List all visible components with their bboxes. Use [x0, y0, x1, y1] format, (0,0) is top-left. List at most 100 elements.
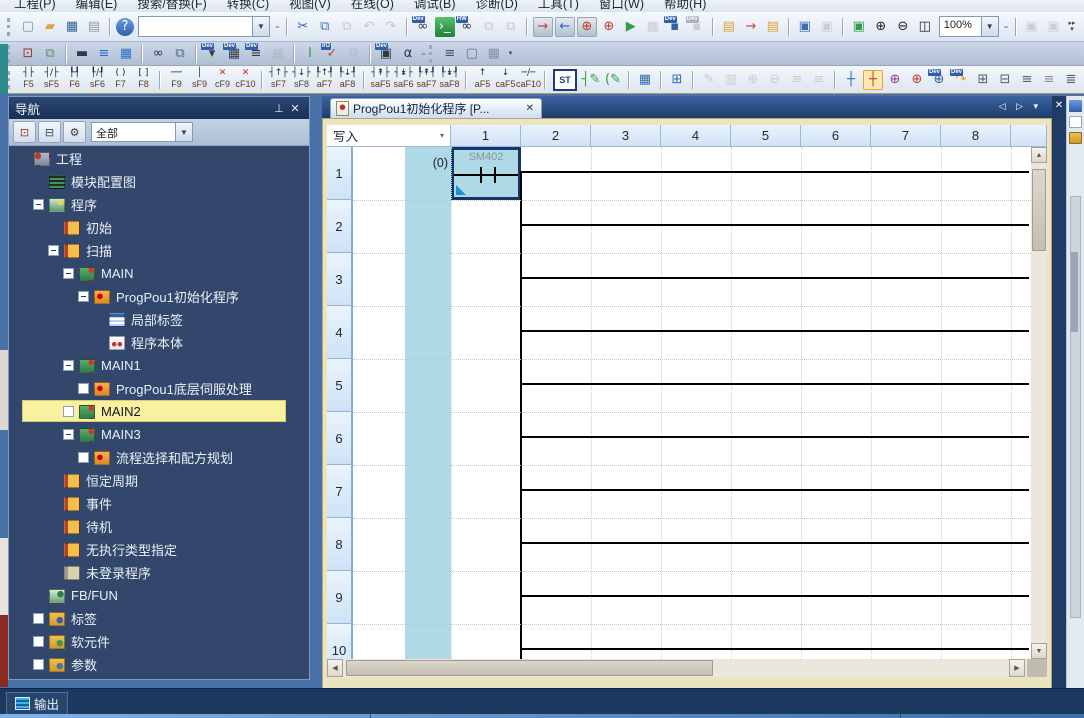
- toolbar-grip[interactable]: [429, 45, 435, 63]
- write-to-plc-button[interactable]: →: [533, 17, 553, 37]
- expand-icon[interactable]: [78, 452, 89, 463]
- chevron-down-icon[interactable]: ▼: [175, 123, 192, 141]
- toolbar-overflow-icon[interactable]: ₌: [1004, 21, 1009, 32]
- cut-button[interactable]: ✂: [293, 17, 313, 37]
- paste-button[interactable]: ⧉: [337, 17, 357, 37]
- align-center-button[interactable]: ≡: [1039, 70, 1059, 90]
- menu-item-4[interactable]: 视图(V): [289, 0, 331, 12]
- collapse-icon[interactable]: [78, 291, 89, 302]
- window-list-button[interactable]: ≡: [440, 44, 460, 64]
- panel-scroll-thumb[interactable]: [1071, 252, 1078, 332]
- tree-item-fb/fun[interactable]: FB/FUN: [10, 584, 308, 607]
- menu-item-0[interactable]: 工程(P): [14, 0, 56, 12]
- entry-edit-button[interactable]: I: [300, 44, 320, 64]
- row-delete-button[interactable]: ⊟: [995, 70, 1015, 90]
- falling-pulse-close-button[interactable]: ┤↡├saF6: [393, 67, 415, 92]
- navigation-window-button[interactable]: ⊡: [18, 44, 38, 64]
- window-find-button[interactable]: ⧉: [170, 44, 190, 64]
- tree-item-progpou1-[interactable]: ProgPou1初始化程序: [10, 285, 308, 308]
- rising-pulse-close-branch-button[interactable]: ┞↟┦saF7: [416, 67, 438, 92]
- vscroll-thumb[interactable]: [1032, 169, 1046, 251]
- horizontal-line-button[interactable]: ──F9: [166, 67, 188, 92]
- tree-item--[interactable]: 恒定周期: [10, 469, 308, 492]
- ladder-grid[interactable]: 12345678910 (0) SM402 ▲: [327, 147, 1047, 659]
- monitor-dim-button[interactable]: ▦: [643, 17, 663, 37]
- expand-icon[interactable]: [63, 406, 74, 417]
- collapse-icon[interactable]: [63, 429, 74, 440]
- ladder-search-2-button[interactable]: ⊕: [599, 17, 619, 37]
- cascade-window-button[interactable]: ⧉: [40, 44, 60, 64]
- pencil-dim-button[interactable]: ✎: [699, 70, 719, 90]
- element-selection-panel-edge[interactable]: [1066, 96, 1084, 688]
- scroll-left-icon[interactable]: ◀: [327, 659, 343, 677]
- chevron-down-icon[interactable]: ▼: [252, 17, 269, 36]
- expand-icon[interactable]: [33, 659, 44, 670]
- output-tab[interactable]: 输出: [6, 692, 68, 715]
- editor-tab[interactable]: ProgPou1初始化程序 [P... ✕: [330, 98, 542, 118]
- menu-item-1[interactable]: 编辑(E): [76, 0, 118, 12]
- tree-item--[interactable]: 流程选择和配方规划: [10, 446, 308, 469]
- menu-item-7[interactable]: 诊断(D): [476, 0, 518, 12]
- wire-draw-button[interactable]: ┼: [841, 70, 861, 90]
- collapse-icon[interactable]: [33, 199, 44, 210]
- module-configuration-button[interactable]: ▬: [72, 44, 92, 64]
- gear-dim-button[interactable]: ⚙: [344, 44, 364, 64]
- monitor-terminal-button[interactable]: ›_: [435, 17, 455, 37]
- ladder-cells-area[interactable]: SM402: [451, 147, 1031, 659]
- tree-item-main2[interactable]: MAIN2: [10, 400, 308, 423]
- menu-item-5[interactable]: 在线(O): [351, 0, 394, 12]
- tree-item--[interactable]: 程序: [10, 193, 308, 216]
- tree-item--[interactable]: 未登录程序: [10, 561, 308, 584]
- open-project-button[interactable]: ▰: [40, 17, 60, 37]
- toolbar-overflow-icon[interactable]: ₌: [421, 48, 426, 59]
- edit-mode-cell[interactable]: 写入 ▾: [327, 125, 451, 147]
- invert-falling-button[interactable]: ↓caF5: [495, 67, 517, 92]
- invert-result-button[interactable]: ─∕─caF10: [518, 67, 540, 92]
- expand-tree-button[interactable]: ⊟: [38, 121, 61, 143]
- ladder-edit-find-button[interactable]: ⊕: [907, 70, 927, 90]
- undo-button[interactable]: ↶: [359, 17, 379, 37]
- tree-item--[interactable]: 工程: [10, 147, 308, 170]
- panel-scrollbar[interactable]: [1070, 196, 1081, 618]
- open-branch-button[interactable]: ┞┦F6: [64, 67, 86, 92]
- tree-item--[interactable]: 软元件: [10, 630, 308, 653]
- window-normal-button[interactable]: ▢: [462, 44, 482, 64]
- dock-close-icon[interactable]: ✕: [1052, 100, 1066, 111]
- device-memory-button[interactable]: ▦Dev: [224, 44, 244, 64]
- edit-coil-button[interactable]: (✎: [603, 70, 623, 90]
- falling-pulse-close-branch-button[interactable]: ┞↡┦saF8: [439, 67, 461, 92]
- st-inline-button[interactable]: ST: [553, 69, 577, 91]
- row-insert-button[interactable]: ⊞: [973, 70, 993, 90]
- program-list-button[interactable]: ≡: [94, 44, 114, 64]
- menu-item-6[interactable]: 调试(B): [414, 0, 456, 12]
- tree-item--[interactable]: 局部标签: [10, 308, 308, 331]
- monitor-status-button[interactable]: ▣: [849, 17, 869, 37]
- invert-rising-button[interactable]: ↑aF5: [472, 67, 494, 92]
- jump-note-2-button[interactable]: ▤: [763, 17, 783, 37]
- delete-vertical-line-button[interactable]: ✕cF10: [235, 67, 257, 92]
- menu-item-9[interactable]: 窗口(W): [599, 0, 644, 12]
- align-list-button[interactable]: ≣: [1061, 70, 1081, 90]
- menu-item-8[interactable]: 工具(T): [538, 0, 579, 12]
- jump-note-1-button[interactable]: ▤: [719, 17, 739, 37]
- find-dim-1-button[interactable]: ⊕: [743, 70, 763, 90]
- tree-filter-select[interactable]: 全部 ▼: [91, 122, 193, 142]
- print-button[interactable]: ▤: [84, 17, 104, 37]
- collapse-tree-button[interactable]: ⊡: [13, 121, 36, 143]
- watch-window-2-button[interactable]: ▣: [817, 17, 837, 37]
- list-dim-1-button[interactable]: ≡: [787, 70, 807, 90]
- ladder-sheet[interactable]: 写入 ▾ 12345678 12345678910 (0) SM402: [327, 125, 1047, 677]
- find-dim-2-button[interactable]: ⊖: [765, 70, 785, 90]
- close-branch-button[interactable]: ┞∕┦sF6: [87, 67, 109, 92]
- menu-item-3[interactable]: 转换(C): [227, 0, 269, 12]
- menu-item-2[interactable]: 搜索/替换(F): [137, 0, 206, 12]
- rising-pulse-button[interactable]: ┤↑├sF7: [268, 67, 290, 92]
- scroll-down-icon[interactable]: ▼: [1031, 643, 1047, 659]
- rising-pulse-branch-button[interactable]: ┞↑┦aF7: [314, 67, 336, 92]
- vertical-scrollbar[interactable]: ▲ ▼: [1031, 147, 1047, 659]
- tree-item-main1[interactable]: MAIN1: [10, 354, 308, 377]
- doc-dim-button[interactable]: ▥: [721, 70, 741, 90]
- ladder-find-button[interactable]: ⊕: [885, 70, 905, 90]
- tree-item--[interactable]: 程序本体: [10, 331, 308, 354]
- keyword-search-combo[interactable]: ▼: [138, 16, 270, 37]
